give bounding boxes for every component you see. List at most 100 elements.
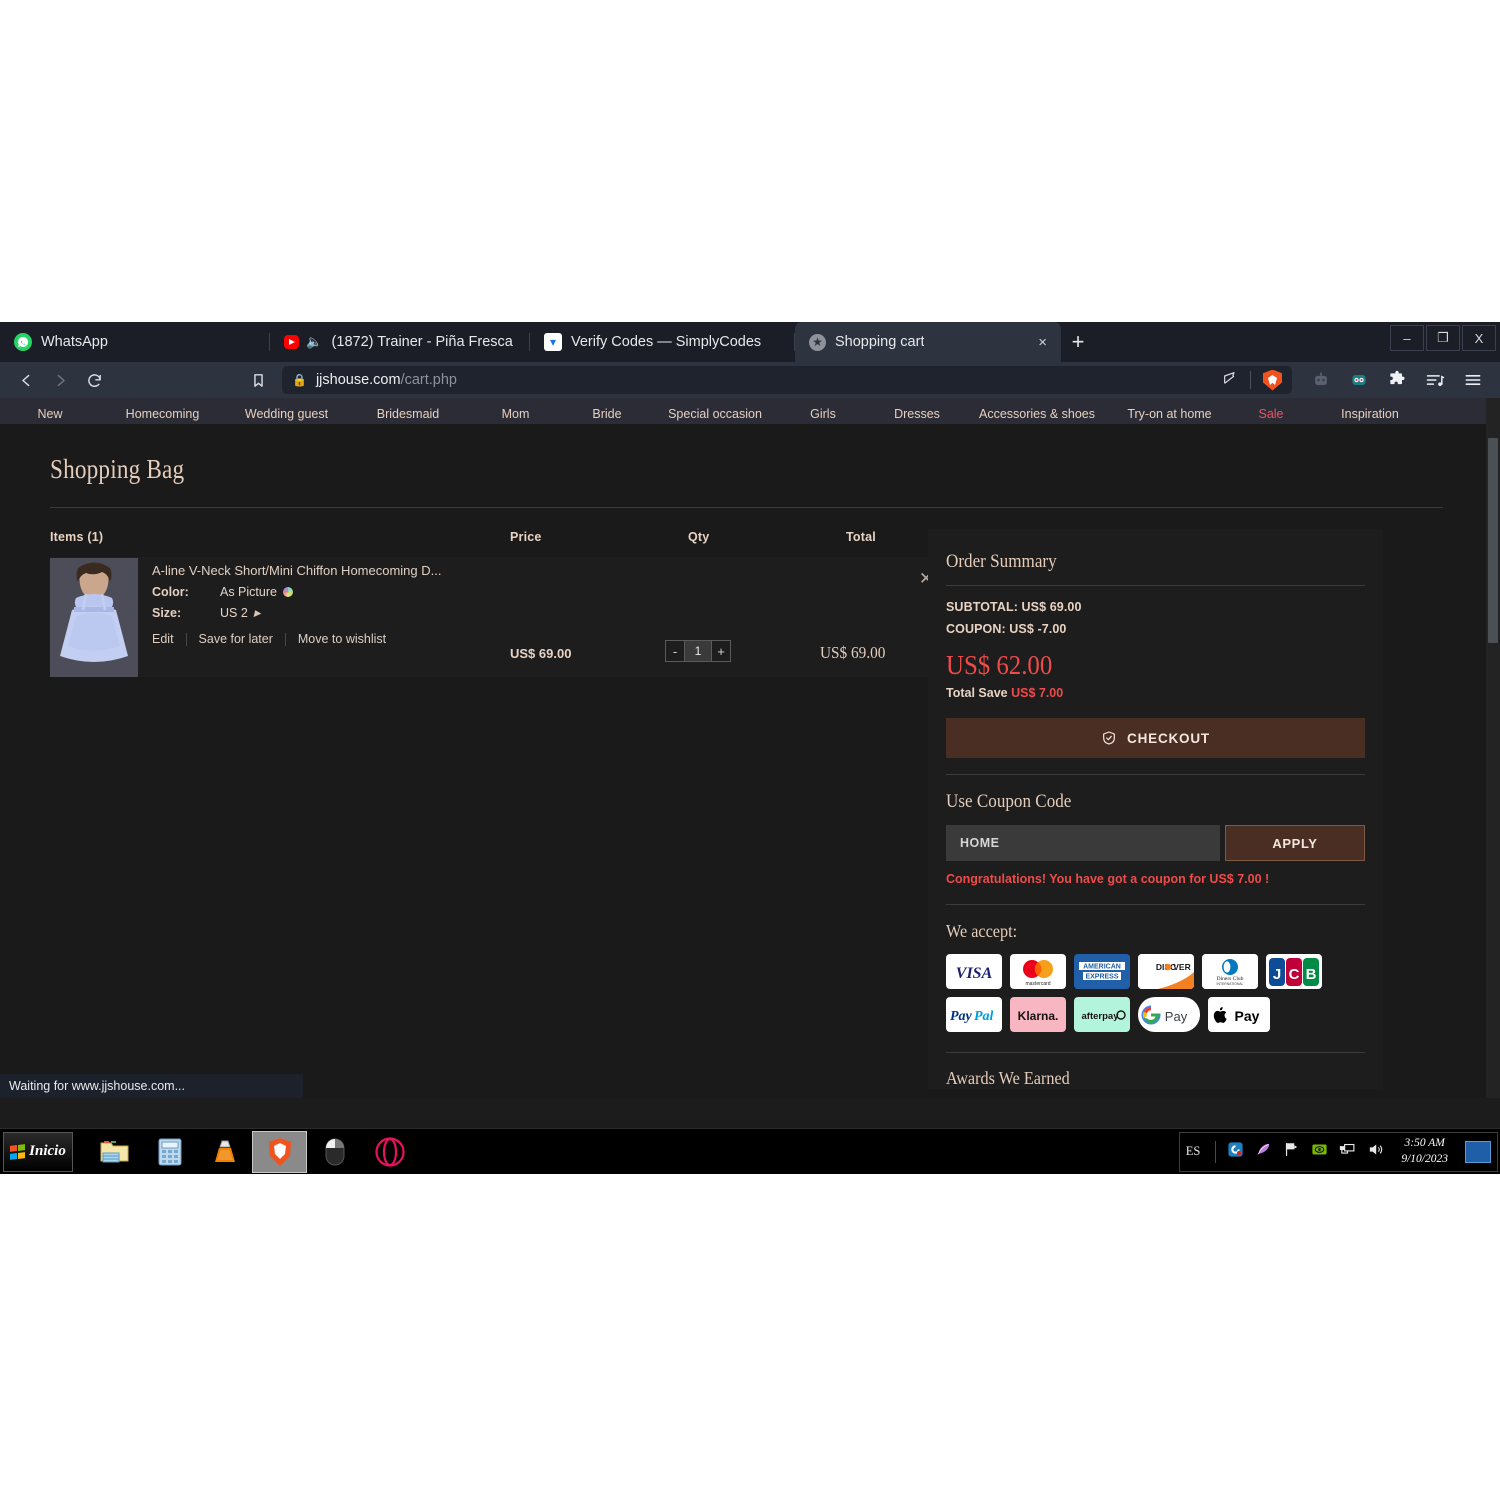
- vlc-icon[interactable]: [197, 1131, 252, 1173]
- flag-icon[interactable]: [1283, 1141, 1300, 1163]
- qty-decrease-button[interactable]: -: [665, 640, 685, 662]
- discover-icon: DISCVER: [1138, 954, 1194, 989]
- nav-item-bride[interactable]: Bride: [563, 407, 651, 421]
- show-desktop-button[interactable]: [1465, 1140, 1491, 1163]
- tab-whatsapp[interactable]: WhatsApp: [0, 322, 270, 362]
- column-price: Price: [510, 530, 542, 544]
- nav-item-wedding-guest[interactable]: Wedding guest: [225, 407, 348, 421]
- tab-label: WhatsApp: [41, 334, 108, 350]
- file-explorer-icon[interactable]: [87, 1131, 142, 1173]
- size-value[interactable]: US 2 ▶: [220, 606, 261, 620]
- apply-coupon-button[interactable]: APPLY: [1225, 825, 1365, 861]
- nav-item-try-on-at-home[interactable]: Try-on at home: [1107, 407, 1232, 421]
- mute-icon[interactable]: 🔈: [306, 334, 322, 350]
- tab-shopping-cart[interactable]: ★ Shopping cart ×: [795, 322, 1061, 362]
- url-text: jjshouse.com/cart.php: [316, 372, 457, 388]
- feather-icon[interactable]: [1255, 1141, 1272, 1163]
- nav-item-dresses[interactable]: Dresses: [867, 407, 967, 421]
- we-accept-title: We accept:: [946, 921, 1018, 941]
- page-viewport: New Homecoming Wedding guest Bridesmaid Mom B…: [0, 398, 1500, 1098]
- extensions-icon[interactable]: [1386, 369, 1408, 391]
- opera-icon[interactable]: [362, 1131, 417, 1173]
- coupon-input[interactable]: [946, 825, 1220, 861]
- column-items: Items (1): [50, 530, 104, 544]
- globe-icon: ★: [809, 333, 826, 351]
- product-title[interactable]: A-line V-Neck Short/Mini Chiffon Homecom…: [152, 563, 441, 578]
- menu-icon[interactable]: [1462, 369, 1484, 391]
- cart-table-header: Items (1) Price Qty Total: [50, 530, 950, 544]
- cart-item-row: A-line V-Neck Short/Mini Chiffon Homecom…: [50, 557, 950, 677]
- robot-icon[interactable]: [1310, 369, 1332, 391]
- save-for-later-link[interactable]: Save for later: [187, 632, 285, 646]
- nav-item-mom[interactable]: Mom: [468, 407, 563, 421]
- svg-text:Pay: Pay: [1235, 1008, 1260, 1024]
- brave-shields-icon[interactable]: [1263, 369, 1282, 391]
- forward-icon: [44, 365, 76, 395]
- tab-strip: WhatsApp 🔈 (1872) Trainer - Piña Fresca …: [0, 322, 1500, 362]
- qbittorrent-icon[interactable]: [1227, 1141, 1244, 1163]
- new-tab-button[interactable]: +: [1061, 325, 1095, 359]
- nav-item-homecoming[interactable]: Homecoming: [100, 407, 225, 421]
- restore-button[interactable]: ❐: [1426, 325, 1460, 351]
- nav-item-bridesmaid[interactable]: Bridesmaid: [348, 407, 468, 421]
- nav-item-special-occasion[interactable]: Special occasion: [651, 407, 779, 421]
- extension-icons: [1310, 369, 1490, 391]
- minimize-button[interactable]: –: [1390, 325, 1424, 351]
- checkout-label: CHECKOUT: [1127, 730, 1210, 746]
- scrollbar-thumb[interactable]: [1488, 438, 1498, 643]
- tab-simplycodes[interactable]: ▾ Verify Codes — SimplyCodes: [530, 322, 795, 362]
- coupon-divider: [946, 774, 1365, 775]
- svg-text:AMERICAN: AMERICAN: [1083, 964, 1121, 971]
- toolbar-divider: [1250, 371, 1251, 389]
- move-to-wishlist-link[interactable]: Move to wishlist: [286, 632, 398, 646]
- page-scrollbar[interactable]: [1486, 398, 1500, 1098]
- svg-text:VER: VER: [1173, 962, 1190, 972]
- checkout-button[interactable]: CHECKOUT: [946, 718, 1365, 758]
- reload-icon[interactable]: [78, 365, 110, 395]
- brave-icon[interactable]: [252, 1130, 307, 1173]
- nav-item-new[interactable]: New: [0, 407, 100, 421]
- simplycodes-icon: ▾: [544, 333, 562, 351]
- tab-youtube[interactable]: 🔈 (1872) Trainer - Piña Fresca con su: [270, 322, 530, 362]
- afterpay-icon: afterpay: [1074, 997, 1130, 1032]
- qty-increase-button[interactable]: +: [711, 640, 731, 662]
- playlist-icon[interactable]: [1424, 369, 1446, 391]
- volume-icon[interactable]: [1367, 1141, 1384, 1163]
- nav-item-sale[interactable]: Sale: [1232, 407, 1310, 421]
- svg-text:mastercard: mastercard: [1025, 981, 1050, 987]
- url-domain: jjshouse.com: [315, 372, 401, 388]
- product-thumbnail[interactable]: [50, 558, 138, 677]
- mouse-icon[interactable]: [307, 1131, 362, 1173]
- ai-assistant-icon[interactable]: [1348, 369, 1370, 391]
- nvidia-icon[interactable]: [1311, 1141, 1328, 1163]
- tab-label: (1872) Trainer - Piña Fresca con su: [331, 334, 516, 350]
- windows-taskbar: Inicio ES 3:50 AM 9/10/2023: [0, 1128, 1500, 1174]
- share-icon[interactable]: [1222, 370, 1238, 390]
- bookmark-icon[interactable]: [242, 365, 274, 395]
- svg-text:EXPRESS: EXPRESS: [1085, 974, 1118, 981]
- title-divider: [50, 507, 1443, 508]
- total-save-line: Total Save US$ 7.00: [946, 686, 1064, 700]
- network-icon[interactable]: [1339, 1141, 1356, 1163]
- calculator-icon[interactable]: [142, 1131, 197, 1173]
- language-indicator[interactable]: ES: [1186, 1144, 1205, 1159]
- nav-item-inspiration[interactable]: Inspiration: [1310, 407, 1430, 421]
- clock-date: 9/10/2023: [1401, 1152, 1448, 1165]
- coupon-section-title: Use Coupon Code: [946, 791, 1072, 812]
- start-button[interactable]: Inicio: [3, 1131, 73, 1172]
- back-icon[interactable]: [10, 365, 42, 395]
- windows-logo-icon: [10, 1143, 26, 1160]
- close-window-button[interactable]: X: [1462, 325, 1496, 351]
- qty-value[interactable]: 1: [685, 640, 711, 662]
- system-tray: ES 3:50 AM 9/10/2023: [1178, 1131, 1498, 1172]
- close-tab-icon[interactable]: ×: [1038, 335, 1047, 350]
- coupon-form: APPLY: [946, 825, 1365, 861]
- nav-item-girls[interactable]: Girls: [779, 407, 867, 421]
- address-bar[interactable]: 🔒 jjshouse.com/cart.php: [282, 366, 1292, 394]
- nav-item-accessories-shoes[interactable]: Accessories & shoes: [967, 407, 1107, 421]
- status-bubble: Waiting for www.jjshouse.com...: [0, 1074, 303, 1098]
- quantity-stepper[interactable]: - 1 +: [665, 640, 731, 662]
- edit-link[interactable]: Edit: [152, 632, 186, 646]
- clock[interactable]: 3:50 AM 9/10/2023: [1395, 1136, 1454, 1167]
- taskbar-apps: [87, 1130, 417, 1173]
